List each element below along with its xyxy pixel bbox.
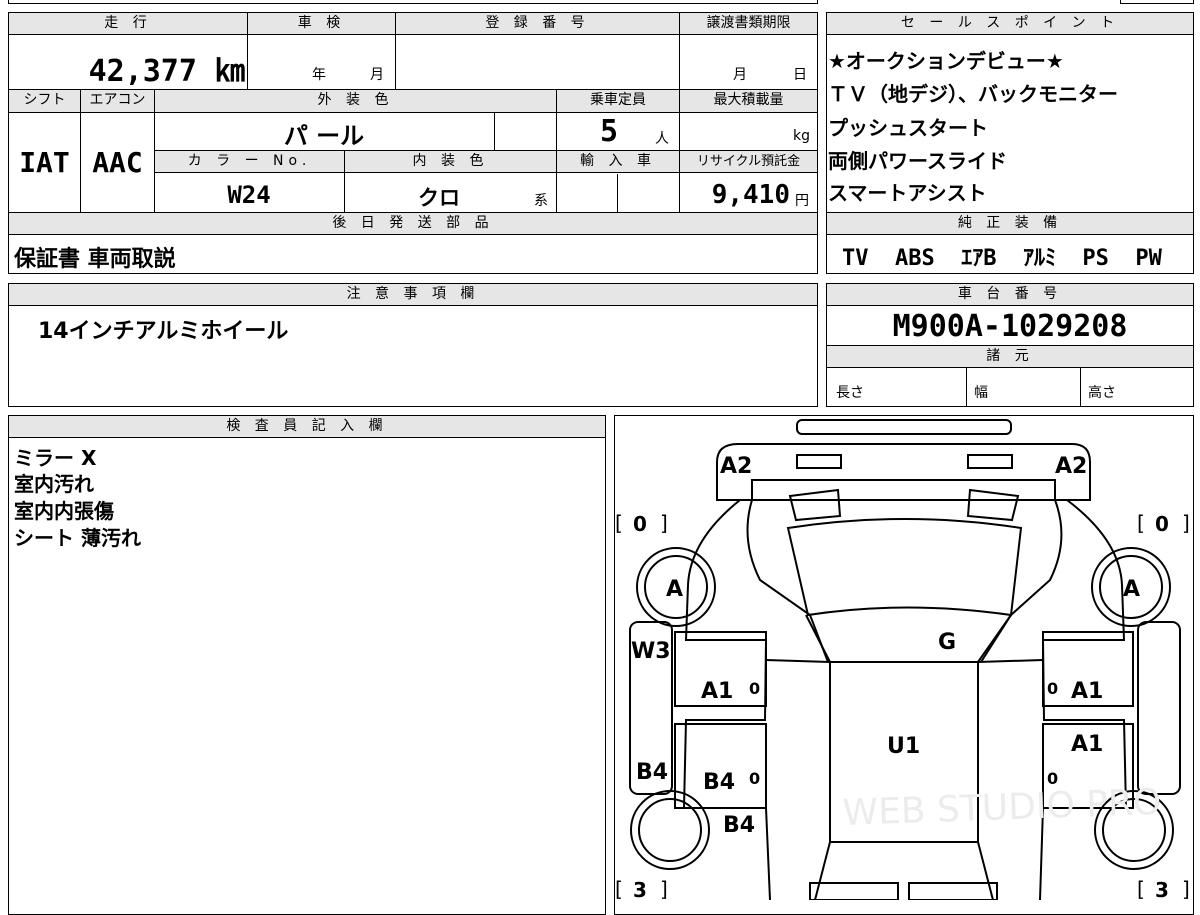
capacity-header: 乗車定員: [556, 89, 680, 113]
zero-mark: 0: [1047, 679, 1058, 698]
registration-header: 登 録 番 号: [395, 12, 680, 35]
damage-mark: B4: [636, 760, 668, 785]
notes-header: 注 意 事 項 欄: [8, 283, 818, 306]
damage-mark: A: [1123, 577, 1140, 602]
sales-points-header: セ ー ル ス ポ イ ン ト: [826, 12, 1194, 35]
exterior-color-value: パ ール: [283, 122, 365, 150]
rear-right-grade: 3: [1155, 878, 1169, 900]
spec-height: 高さ: [1088, 385, 1116, 401]
damage-mark: A1: [1071, 732, 1103, 757]
inspection-year: 年: [312, 67, 326, 83]
inspector-header: 検 査 員 記 入 欄: [8, 415, 606, 438]
damage-mark: A2: [720, 454, 752, 479]
interior-color-header: 内 装 色: [344, 150, 557, 173]
damage-diagram: WEB STUDIO PRO [ 0 ] [ 0 ] [ 3 ] [ 3 ] A…: [615, 419, 1190, 900]
zero-mark: 0: [749, 679, 760, 698]
inspector-line: 室内内張傷: [14, 499, 114, 523]
front-right-grade: 0: [1155, 512, 1169, 536]
import-header: 輸 入 車: [556, 150, 680, 173]
later-parts-value: 保証書 車両取説: [14, 247, 176, 272]
chassis-number-value: M900A-1029208: [892, 309, 1128, 344]
damage-mark: A2: [1055, 454, 1087, 479]
damage-mark: A: [666, 577, 683, 602]
svg-text:[: [: [615, 877, 623, 900]
mileage-value: 42,377 ㎞: [88, 54, 245, 89]
interior-color-suffix: 系: [534, 193, 548, 209]
damage-mark: G: [938, 630, 956, 655]
sales-point-item: ＴＶ（地デジ）、バックモニター: [828, 82, 1118, 106]
shift-value: IAT: [19, 146, 70, 179]
damage-mark: A1: [1071, 679, 1103, 704]
inspector-line: ミラー X: [14, 446, 97, 470]
max-load-header: 最大積載量: [679, 89, 818, 113]
spec-width: 幅: [974, 385, 988, 401]
damage-mark: B4: [703, 770, 735, 795]
exterior-color-header: 外 装 色: [154, 89, 557, 113]
recycle-fee-unit: 円: [795, 193, 809, 209]
damage-mark: A1: [701, 679, 733, 704]
svg-text:[: [: [615, 511, 623, 535]
transfer-month: 月: [733, 67, 747, 83]
zero-mark: 0: [749, 769, 760, 788]
damage-mark: W3: [631, 639, 671, 664]
diagram-watermark: WEB STUDIO PRO: [842, 782, 1162, 834]
later-parts-header: 後 日 発 送 部 品: [8, 212, 818, 235]
chassis-number-header: 車 台 番 号: [826, 283, 1194, 306]
ac-value: AAC: [92, 146, 143, 179]
mileage-header: 走 行: [8, 12, 248, 35]
svg-text:]: ]: [1182, 511, 1190, 535]
transfer-day: 日: [793, 67, 807, 83]
inspector-line: シート 薄汚れ: [14, 526, 141, 550]
capacity-value: 5: [600, 114, 619, 149]
inspector-line: 室内汚れ: [14, 472, 94, 496]
top-clipped-strip-right: [1120, 0, 1194, 4]
svg-text:]: ]: [660, 511, 668, 535]
zero-mark: 0: [1047, 769, 1058, 788]
recycle-fee-header: リサイクル預託金: [679, 150, 818, 173]
notes-value: 14インチアルミホイール: [38, 319, 289, 344]
capacity-unit: 人: [655, 131, 669, 147]
color-number-value: W24: [227, 181, 271, 209]
inspection-header: 車 検: [247, 12, 396, 35]
sales-point-item: スマートアシスト: [828, 181, 987, 205]
standard-equipment-value: TV ABS ｴｱB ｱﾙﾐ PS PW: [842, 246, 1162, 271]
inspector-box: [8, 415, 606, 915]
standard-equipment-header: 純 正 装 備: [826, 212, 1194, 235]
svg-text:]: ]: [660, 877, 668, 900]
top-clipped-strip: [8, 0, 818, 4]
sales-point-item: ★オークションデビュー★: [828, 49, 1064, 73]
shift-header: シフト: [8, 89, 81, 113]
inspection-month: 月: [370, 67, 384, 83]
damage-mark: B4: [723, 813, 755, 838]
sales-point-item: 両側パワースライド: [828, 149, 1007, 173]
svg-text:[: [: [1137, 877, 1145, 900]
specs-header: 諸 元: [826, 345, 1194, 368]
spec-length: 長さ: [836, 385, 864, 401]
damage-mark: U1: [887, 734, 920, 759]
rear-left-grade: 3: [633, 878, 647, 900]
sales-point-item: プッシュスタート: [828, 116, 988, 140]
svg-text:]: ]: [1182, 877, 1190, 900]
max-load-unit: kg: [793, 128, 810, 144]
recycle-fee-value: 9,410: [711, 180, 790, 210]
svg-text:[: [: [1137, 511, 1145, 535]
front-left-grade: 0: [633, 512, 647, 536]
interior-color-value: クロ: [418, 186, 460, 210]
ac-header: エアコン: [80, 89, 155, 113]
transfer-deadline-header: 譲渡書類期限: [679, 12, 818, 35]
color-number-header: カ ラ ー No.: [154, 150, 345, 173]
